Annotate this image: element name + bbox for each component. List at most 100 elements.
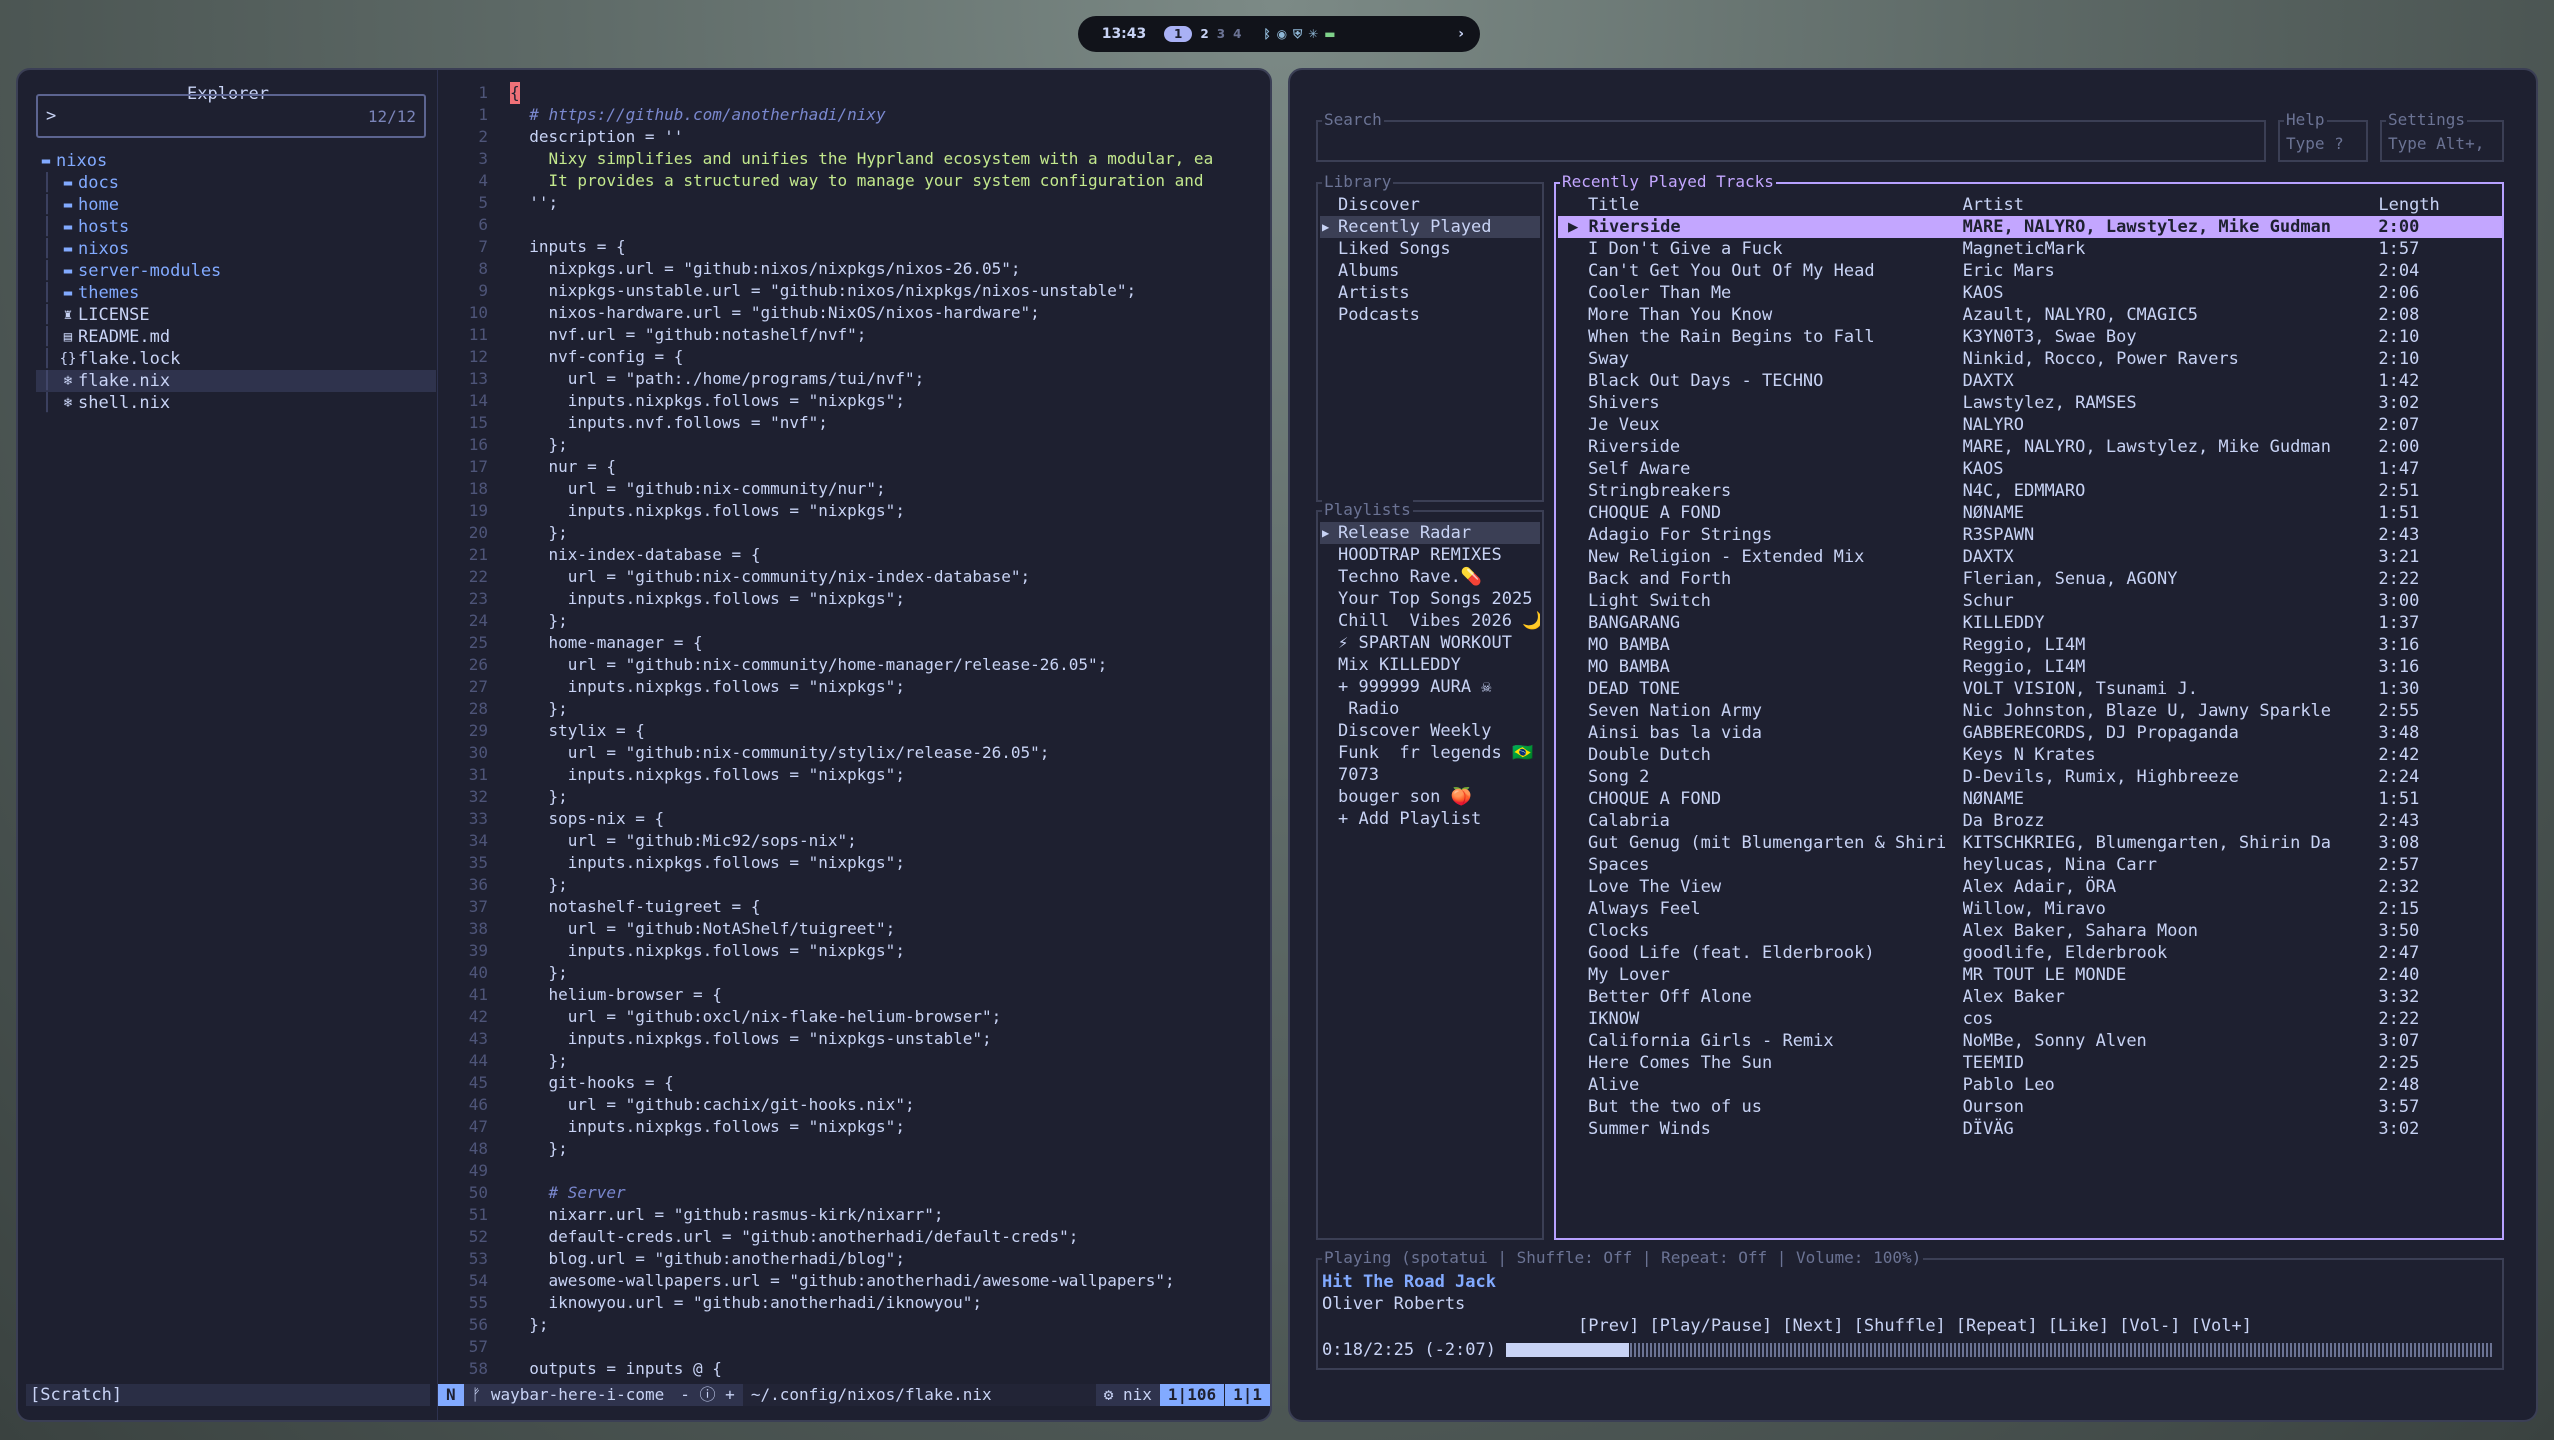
library-item[interactable]: Liked Songs: [1320, 238, 1540, 260]
playlist-item[interactable]: Your Top Songs 2025: [1320, 588, 1540, 610]
playlist-item[interactable]: bouger son 🍑: [1320, 786, 1540, 808]
tree-file[interactable]: │ ♜ LICENSE: [36, 304, 436, 326]
tree-folder[interactable]: │ ▬ server-modules: [36, 260, 436, 282]
search-input[interactable]: Search: [1316, 110, 2266, 162]
tree-folder[interactable]: │ ▬ themes: [36, 282, 436, 304]
playlist-item[interactable]: Techno Rave.💊: [1320, 566, 1540, 588]
track-row[interactable]: Je Veux NALYRO 2:07: [1558, 414, 2502, 436]
track-row[interactable]: CHOQUE A FOND NØNAME 1:51: [1558, 788, 2502, 810]
track-row[interactable]: Light Switch Schur 3:00: [1558, 590, 2502, 612]
track-row[interactable]: ▶ Riverside MARE, NALYRO, Lawstylez, Mike…: [1558, 216, 2502, 238]
track-row[interactable]: Alive Pablo Leo 2:48: [1558, 1074, 2502, 1096]
playlist-item[interactable]: Release Radar: [1320, 522, 1540, 544]
workspace-1[interactable]: 1: [1164, 26, 1193, 42]
track-row[interactable]: MO BAMBA Reggio, LI4M 3:16: [1558, 634, 2502, 656]
track-row[interactable]: New Religion - Extended Mix DAXTX 3:21: [1558, 546, 2502, 568]
playlist-item[interactable]: + Add Playlist: [1320, 808, 1540, 830]
track-row[interactable]: Summer Winds DÏVÄG 3:02: [1558, 1118, 2502, 1140]
chevron-right-icon[interactable]: ›: [1458, 26, 1464, 42]
workspace-4[interactable]: 4: [1233, 27, 1241, 41]
track-row[interactable]: Shivers Lawstylez, RAMSES 3:02: [1558, 392, 2502, 414]
track-row[interactable]: Adagio For Strings R3SPAWN 2:43: [1558, 524, 2502, 546]
track-row[interactable]: Spaces heylucas, Nina Carr 2:57: [1558, 854, 2502, 876]
playlist-item[interactable]: Chill Vibes 2026 🌙: [1320, 610, 1540, 632]
tree-folder[interactable]: │ ▬ home: [36, 194, 436, 216]
help-box[interactable]: Help Type ?: [2278, 110, 2368, 162]
track-row[interactable]: Stringbreakers N4C, EDMMARO 2:51: [1558, 480, 2502, 502]
workspace-2[interactable]: 2: [1200, 27, 1208, 41]
library-item[interactable]: Albums: [1320, 260, 1540, 282]
library-item[interactable]: Recently Played: [1320, 216, 1540, 238]
playlist-item[interactable]: + 999999 AURA ☠: [1320, 676, 1540, 698]
track-row[interactable]: Calabria Da Brozz 2:43: [1558, 810, 2502, 832]
column-title[interactable]: Title: [1558, 194, 1963, 216]
track-row[interactable]: I Don't Give a Fuck MagneticMark 1:57: [1558, 238, 2502, 260]
track-row[interactable]: IKNOW cos 2:22: [1558, 1008, 2502, 1030]
explorer-filter-input[interactable]: > 12/12: [36, 94, 426, 138]
track-row[interactable]: Back and Forth Flerian, Senua, AGONY 2:22: [1558, 568, 2502, 590]
tree-file[interactable]: │ {} flake.lock: [36, 348, 436, 370]
shield-icon[interactable]: ⛨: [1293, 27, 1302, 42]
playlist-item[interactable]: 7073: [1320, 764, 1540, 786]
tree-folder[interactable]: │ ▬ docs: [36, 172, 436, 194]
progress-bar[interactable]: [1506, 1343, 2494, 1357]
track-row[interactable]: Love The View Alex Adair, ÖRA 2:32: [1558, 876, 2502, 898]
playlist-item[interactable]: Discover Weekly: [1320, 720, 1540, 742]
tree-folder[interactable]: │ ▬ hosts: [36, 216, 436, 238]
track-row[interactable]: Black Out Days - TECHNO DAXTX 1:42: [1558, 370, 2502, 392]
tree-file[interactable]: │ ❄ flake.nix: [36, 370, 436, 392]
column-artist[interactable]: Artist: [1963, 194, 2379, 216]
track-row[interactable]: Cooler Than Me KAOS 2:06: [1558, 282, 2502, 304]
tree-file[interactable]: │ ❄ shell.nix: [36, 392, 436, 414]
track-row[interactable]: Song 2 D-Devils, Rumix, Highbreeze 2:24: [1558, 766, 2502, 788]
prev-button[interactable]: [Prev]: [1578, 1316, 1639, 1336]
code-editor[interactable]: 1{1 # https://github.com/anotherhadi/nix…: [438, 82, 1270, 1382]
library-item[interactable]: Podcasts: [1320, 304, 1540, 326]
track-row[interactable]: DEAD TONE VOLT VISION, Tsunami J. 1:30: [1558, 678, 2502, 700]
track-row[interactable]: Better Off Alone Alex Baker 3:32: [1558, 986, 2502, 1008]
library-item[interactable]: Artists: [1320, 282, 1540, 304]
track-row[interactable]: Seven Nation Army Nic Johnston, Blaze U, …: [1558, 700, 2502, 722]
play-pause-button[interactable]: [Play/Pause]: [1649, 1316, 1772, 1336]
wifi-icon[interactable]: ◉: [1277, 27, 1287, 42]
track-row[interactable]: Ainsi bas la vida GABBERECORDS, DJ Propag…: [1558, 722, 2502, 744]
tree-file[interactable]: │ ▤ README.md: [36, 326, 436, 348]
playlist-item[interactable]: Mix KILLEDDY: [1320, 654, 1540, 676]
scratch-buffer[interactable]: [Scratch]: [26, 1384, 430, 1406]
track-row[interactable]: More Than You Know Azault, NALYRO, CMAGIC…: [1558, 304, 2502, 326]
track-row[interactable]: Good Life (feat. Elderbrook) goodlife, El…: [1558, 942, 2502, 964]
track-row[interactable]: But the two of us Ourson 3:57: [1558, 1096, 2502, 1118]
shuffle-button[interactable]: [Shuffle]: [1854, 1316, 1946, 1336]
track-row[interactable]: Double Dutch Keys N Krates 2:42: [1558, 744, 2502, 766]
column-length[interactable]: Length: [2378, 194, 2502, 216]
like-button[interactable]: [Like]: [2048, 1316, 2109, 1336]
repeat-button[interactable]: [Repeat]: [1956, 1316, 2038, 1336]
track-row[interactable]: Riverside MARE, NALYRO, Lawstylez, Mike G…: [1558, 436, 2502, 458]
battery-icon[interactable]: ▬: [1324, 27, 1335, 42]
workspace-3[interactable]: 3: [1217, 27, 1225, 41]
bluetooth-icon[interactable]: ᛒ: [1263, 27, 1270, 42]
tree-folder[interactable]: ▬ nixos: [36, 150, 436, 172]
library-item[interactable]: Discover: [1320, 194, 1540, 216]
playlist-item[interactable]: Radio: [1320, 698, 1540, 720]
settings-box[interactable]: Settings Type Alt+,: [2380, 110, 2504, 162]
playlist-item[interactable]: Funk fr legends 🇧🇷: [1320, 742, 1540, 764]
tree-folder[interactable]: │ ▬ nixos: [36, 238, 436, 260]
track-row[interactable]: MO BAMBA Reggio, LI4M 3:16: [1558, 656, 2502, 678]
track-row[interactable]: Can't Get You Out Of My Head Eric Mars 2:0…: [1558, 260, 2502, 282]
track-row[interactable]: Clocks Alex Baker, Sahara Moon 3:50: [1558, 920, 2502, 942]
volume-up-button[interactable]: [Vol+]: [2191, 1316, 2252, 1336]
cpu-icon[interactable]: ✳: [1308, 27, 1318, 42]
track-row[interactable]: Gut Genug (mit Blumengarten & Shiri KITSC…: [1558, 832, 2502, 854]
track-row[interactable]: Sway Ninkid, Rocco, Power Ravers 2:10: [1558, 348, 2502, 370]
playlist-item[interactable]: ⚡ SPARTAN WORKOUT: [1320, 632, 1540, 654]
track-row[interactable]: Self Aware KAOS 1:47: [1558, 458, 2502, 480]
next-button[interactable]: [Next]: [1782, 1316, 1843, 1336]
track-row[interactable]: When the Rain Begins to Fall K3YN0T3, Swa…: [1558, 326, 2502, 348]
volume-down-button[interactable]: [Vol-]: [2119, 1316, 2180, 1336]
track-row[interactable]: CHOQUE A FOND NØNAME 1:51: [1558, 502, 2502, 524]
track-row[interactable]: Always Feel Willow, Miravo 2:15: [1558, 898, 2502, 920]
track-row[interactable]: My Lover MR TOUT LE MONDE 2:40: [1558, 964, 2502, 986]
playlist-item[interactable]: HOODTRAP REMIXES: [1320, 544, 1540, 566]
track-row[interactable]: California Girls - Remix NoMBe, Sonny Alv…: [1558, 1030, 2502, 1052]
